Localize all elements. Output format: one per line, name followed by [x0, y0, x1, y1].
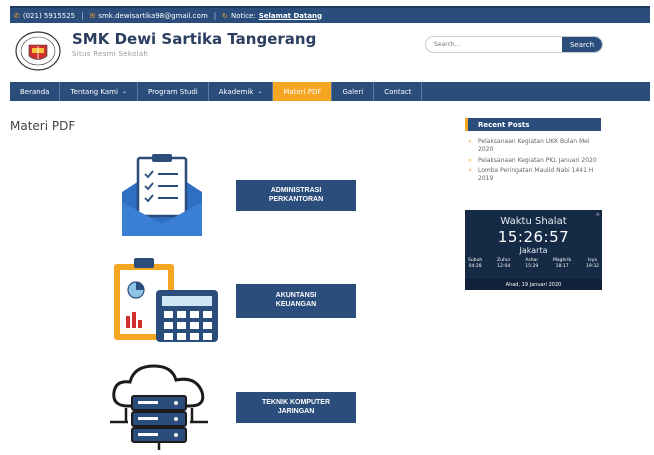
nav-item-tentang-kami[interactable]: Tentang Kami ⌄: [60, 82, 138, 101]
chevron-right-icon: »: [468, 156, 472, 164]
recent-post-item[interactable]: » Pelaksanaan Kegiatan UKK Bulan Mei 2020: [468, 138, 600, 154]
nav-item-label: Beranda: [20, 87, 50, 96]
prayer-time-subuh: Subuh 04:28: [468, 258, 482, 270]
nav-item-akademik[interactable]: Akademik ⌄: [209, 82, 274, 101]
prayer-time-maghrib: Maghrib 18:17: [553, 258, 571, 270]
search-button[interactable]: Search: [562, 37, 602, 52]
prayer-date: Ahad, 19 Januari 2020: [465, 279, 602, 290]
category-button-teknik-komputer[interactable]: TEKNIK KOMPUTER JARINGAN: [236, 392, 356, 423]
prayer-time-ashar: Ashar 15:29: [525, 258, 538, 270]
school-logo-icon[interactable]: [14, 30, 62, 72]
chevron-right-icon: »: [468, 138, 472, 145]
chevron-down-icon: ⌄: [121, 88, 127, 95]
prayer-times-row: Subuh 04:28 Zuhur 12:04 Ashar 15:29 Maghrib…: [465, 258, 602, 270]
category-button-administrasi[interactable]: ADMINISTRASI PERKANTORAN: [236, 180, 356, 211]
cloud-server-icon: [110, 364, 208, 450]
prayer-name: Maghrib: [552, 258, 572, 263]
category-line: ADMINISTRASI: [270, 186, 322, 194]
category-line: KEUANGAN: [275, 301, 317, 308]
nav-item-program-studi[interactable]: Program Studi: [138, 82, 209, 101]
site-subtitle: Situs Resmi Sekolah: [72, 50, 149, 58]
close-icon[interactable]: ×: [596, 212, 600, 218]
notice-label: Notice:: [231, 11, 256, 20]
recent-post-link[interactable]: Pelaksanaan Kegiatan UKK Bulan Mei 2020: [478, 138, 589, 153]
recent-post-link[interactable]: Lomba Peringatan Maulid Nabi 1441 H 2019: [478, 167, 593, 182]
prayer-time: 04:28: [468, 263, 482, 269]
recent-post-link[interactable]: Pelaksanaan Kegiatan PKL Januari 2020: [478, 157, 597, 164]
chevron-down-icon: ⌄: [257, 88, 263, 95]
category-line: PERKANTORAN: [268, 195, 324, 203]
prayer-widget-title: Waktu Shalat: [500, 216, 567, 227]
recent-post-item[interactable]: » Lomba Peringatan Maulid Nabi 1441 H 201…: [468, 167, 600, 183]
notice-link[interactable]: Selamat Datang: [259, 12, 322, 20]
nav-item-label: Program Studi: [147, 87, 198, 96]
search-bar: Search: [425, 36, 603, 53]
prayer-city: Jakarta: [519, 246, 548, 255]
page-title: Materi PDF: [10, 119, 76, 133]
phone-number: (021) 5915525: [22, 11, 76, 20]
prayer-time: 15:29: [525, 263, 539, 269]
category-button-akuntansi[interactable]: AKUNTANSI KEUANGAN: [236, 284, 356, 318]
category-line: AKUNTANSI: [275, 292, 317, 300]
prayer-clock: 15:26:57: [497, 228, 570, 246]
nav-item-label: Tentang Kami: [70, 87, 118, 96]
category-line: JARINGAN: [277, 407, 315, 415]
chevron-right-icon: »: [468, 167, 472, 175]
divider: |: [81, 11, 84, 20]
site-title[interactable]: SMK Dewi Sartika Tangerang: [72, 30, 316, 48]
envelope-icon: ✉: [89, 11, 96, 20]
divider: |: [213, 11, 217, 20]
prayer-times-widget: × Waktu Shalat 15:26:57 Jakarta Subuh 04:…: [465, 210, 602, 290]
nav-item-contact[interactable]: Contact: [374, 82, 423, 101]
nav-item-label: Contact: [384, 87, 412, 96]
nav-item-materi-pdf[interactable]: Materi PDF: [273, 82, 333, 101]
nav-item-label: Akademik: [218, 87, 254, 96]
recent-posts-heading: Recent Posts: [465, 118, 601, 131]
prayer-time: 18:17: [555, 263, 569, 269]
prayer-time-isya: Isya 19:32: [586, 258, 599, 270]
prayer-time: 12:04: [497, 263, 511, 269]
nav-item-label: Materi PDF: [283, 87, 322, 96]
prayer-name: Subuh: [468, 258, 483, 263]
nav-item-galeri[interactable]: Galeri: [332, 82, 375, 101]
category-line: TEKNIK KOMPUTER: [261, 398, 331, 406]
refresh-icon: ↻: [222, 11, 228, 20]
recent-posts-list: » Pelaksanaan Kegiatan UKK Bulan Mei 2020…: [468, 138, 600, 186]
search-input[interactable]: [426, 37, 562, 52]
prayer-name: Isya: [587, 258, 598, 263]
top-info-bar: ✆ (021) 5915525 | ✉ smk.dewisartika98@gm…: [10, 6, 650, 23]
recent-post-item[interactable]: » Pelaksanaan Kegiatan PKL Januari 2020: [468, 157, 600, 165]
prayer-name: Ashar: [525, 258, 539, 263]
main-nav: Beranda Tentang Kami ⌄ Program Studi Akad…: [10, 82, 650, 101]
clipboard-envelope-icon: [122, 154, 202, 236]
nav-item-label: Galeri: [342, 87, 364, 96]
calculator-chart-icon: [114, 258, 218, 342]
prayer-time-zuhur: Zuhur 12:04: [497, 258, 511, 270]
email-address[interactable]: smk.dewisartika98@gmail.com: [98, 12, 207, 20]
phone-icon: ✆: [14, 11, 20, 20]
prayer-time: 19:32: [586, 263, 599, 269]
prayer-name: Zuhur: [497, 258, 511, 263]
nav-item-beranda[interactable]: Beranda: [10, 82, 61, 101]
